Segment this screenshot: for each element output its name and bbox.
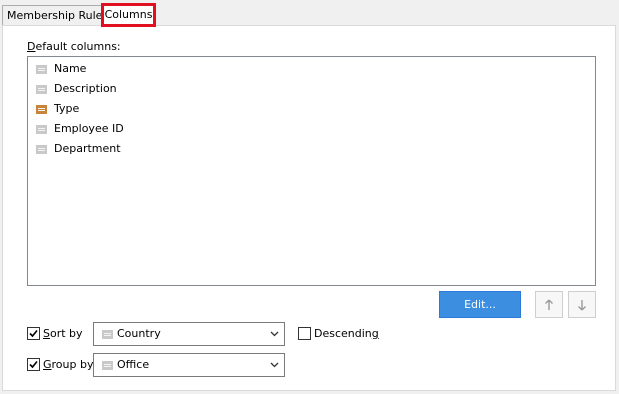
column-icon — [36, 145, 47, 154]
list-item-label: Name — [54, 62, 87, 75]
sort-by-value: Country — [117, 327, 161, 340]
column-icon — [102, 361, 113, 370]
group-by-dropdown[interactable]: Office — [93, 353, 285, 377]
column-icon — [102, 330, 113, 339]
tab-columns[interactable]: Columns — [101, 3, 156, 27]
tab-membership-rules[interactable]: Membership Rules — [2, 5, 108, 26]
edit-button[interactable]: Edit... — [439, 291, 521, 318]
chevron-down-icon — [270, 362, 279, 368]
sort-by-mnemonic: S — [43, 327, 50, 340]
descending-mnemonic: g — [371, 327, 379, 340]
move-down-button[interactable] — [568, 291, 596, 318]
list-item-label: Description — [54, 82, 117, 95]
default-columns-label-rest: efault columns: — [35, 40, 121, 53]
descending-label[interactable]: Descending — [314, 327, 379, 341]
list-item-label: Type — [54, 102, 80, 115]
sort-by-dropdown[interactable]: Country — [93, 322, 285, 346]
arrow-up-icon — [545, 299, 553, 310]
column-icon — [36, 85, 47, 94]
sort-by-checkbox[interactable] — [27, 327, 40, 340]
sort-by-label[interactable]: Sort by — [43, 327, 83, 341]
group-by-mnemonic: G — [43, 358, 52, 371]
sort-by-label-rest: ort by — [49, 327, 83, 340]
descending-label-start: Descendin — [314, 327, 372, 340]
checkmark-icon — [29, 329, 38, 338]
checkmark-icon — [29, 360, 38, 369]
arrow-down-icon — [578, 300, 586, 311]
column-icon-highlighted — [36, 105, 47, 114]
descending-checkbox[interactable] — [298, 327, 311, 340]
column-icon — [36, 65, 47, 74]
list-item-label: Employee ID — [54, 122, 124, 135]
chevron-down-icon — [270, 331, 279, 337]
move-up-button[interactable] — [535, 291, 563, 318]
group-by-label[interactable]: Group by — [43, 358, 94, 372]
group-by-value: Office — [117, 358, 150, 371]
tab-bar: Membership Rules Columns — [0, 0, 619, 27]
list-item-label: Department — [54, 142, 121, 155]
group-by-checkbox[interactable] — [27, 358, 40, 371]
default-columns-list[interactable]: Name Description Type Employee ID Depart… — [27, 56, 596, 286]
group-by-label-rest: roup by — [51, 358, 94, 371]
default-columns-label: Default columns: — [27, 40, 121, 53]
column-icon — [36, 125, 47, 134]
